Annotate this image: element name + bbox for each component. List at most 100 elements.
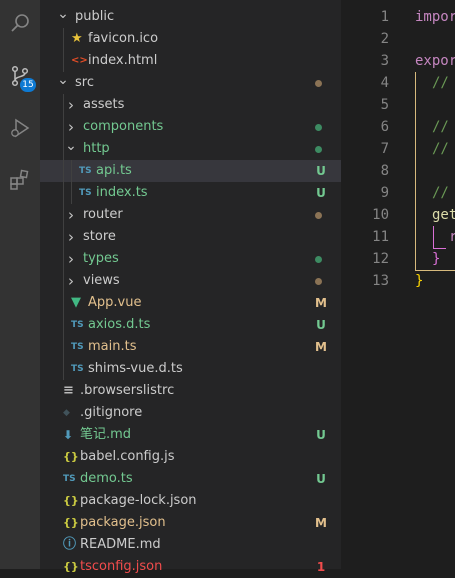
indent-guide xyxy=(63,160,64,182)
search-icon[interactable] xyxy=(4,8,36,40)
folder-store[interactable]: › store xyxy=(40,226,341,248)
tree-item-label: shims-vue.d.ts xyxy=(88,361,183,376)
file-package-json[interactable]: {} package.json M xyxy=(40,512,341,534)
file-demo-ts[interactable]: TS demo.ts U xyxy=(40,468,341,490)
tree-item-label: 笔记.md xyxy=(80,427,132,442)
indent-guide xyxy=(63,204,64,226)
file-babel-config-js[interactable]: {} babel.config.js xyxy=(40,446,341,468)
tree-item-label: .browserslistrc xyxy=(80,383,175,398)
git-status-badge: M xyxy=(315,340,327,354)
indent-guide xyxy=(63,358,64,380)
chevron-right-icon[interactable]: › xyxy=(65,226,77,248)
html-file-icon: <> xyxy=(71,55,88,66)
folder-router[interactable]: › router xyxy=(40,204,341,226)
code-line: r xyxy=(449,229,455,245)
git-status-badge: U xyxy=(316,164,326,178)
explorer-tree: ⌄ public ★ favicon.ico <> index.html ⌄ src › asse… xyxy=(40,0,341,574)
file-main-ts[interactable]: TS main.ts M xyxy=(40,336,341,358)
tree-item-label: .gitignore xyxy=(80,405,143,420)
ts-file-icon: TS xyxy=(71,342,84,352)
line-number: 7 xyxy=(380,141,389,157)
ts-file-icon: TS xyxy=(63,474,76,484)
chevron-right-icon[interactable]: › xyxy=(65,248,77,270)
git-status-dot xyxy=(315,278,322,285)
file-tsconfig-json[interactable]: {} tsconfig.json 1 xyxy=(40,556,341,578)
source-control-icon[interactable]: 15 xyxy=(4,60,36,92)
file-gitignore[interactable]: ◆ .gitignore xyxy=(40,402,341,424)
git-file-icon: ◆ xyxy=(63,408,70,418)
star-file-icon: ★ xyxy=(71,31,83,46)
folder-assets[interactable]: › assets xyxy=(40,94,341,116)
tree-item-label: App.vue xyxy=(88,295,142,310)
tree-item-label: favicon.ico xyxy=(88,31,159,46)
code-line: // xyxy=(432,119,449,135)
indent-guide xyxy=(63,138,64,160)
chevron-right-icon[interactable]: › xyxy=(65,116,77,138)
tree-item-label: store xyxy=(83,229,116,244)
file-index-html[interactable]: <> index.html xyxy=(40,50,341,72)
tree-item-label: babel.config.js xyxy=(80,449,175,464)
file-package-lock-json[interactable]: {} package-lock.json xyxy=(40,490,341,512)
tree-item-label: views xyxy=(83,273,120,288)
lines-file-icon: ≡ xyxy=(63,383,74,398)
tree-item-label: index.ts xyxy=(96,185,148,200)
tree-item-label: http xyxy=(83,141,110,156)
indent-guide xyxy=(71,160,72,182)
indent-guide xyxy=(63,270,64,292)
indent-guide xyxy=(63,226,64,248)
line-number: 13 xyxy=(372,273,389,289)
git-status-dot xyxy=(315,256,322,263)
file-favicon-ico[interactable]: ★ favicon.ico xyxy=(40,28,341,50)
code-line: get xyxy=(432,207,455,223)
file-app-vue[interactable]: ▼ App.vue M xyxy=(40,292,341,314)
chevron-right-icon[interactable]: › xyxy=(65,270,77,292)
tree-item-label: types xyxy=(83,251,119,266)
indent-guide xyxy=(63,182,64,204)
line-number: 1 xyxy=(380,9,389,25)
chevron-down-icon[interactable]: ⌄ xyxy=(57,6,69,28)
folder-types[interactable]: › types xyxy=(40,248,341,270)
file-index-ts[interactable]: TS index.ts U xyxy=(40,182,341,204)
code-line: // xyxy=(432,141,449,157)
folder-views[interactable]: › views xyxy=(40,270,341,292)
line-number: 8 xyxy=(380,163,389,179)
tree-item-label: assets xyxy=(83,97,125,112)
git-status-badge: 1 xyxy=(316,560,326,574)
json-file-icon: {} xyxy=(63,516,79,529)
file-api-ts[interactable]: TS api.ts U xyxy=(40,160,341,182)
run-debug-icon[interactable] xyxy=(4,112,36,144)
indent-guide xyxy=(63,336,64,358)
indent-guide xyxy=(63,94,64,116)
ts-file-icon: TS xyxy=(71,364,84,374)
tree-item-label: api.ts xyxy=(96,163,132,178)
code-editor[interactable]: 1 2 3 4 5 6 7 8 9 10 11 12 13 impor expor////////get r}… xyxy=(341,0,455,569)
chevron-down-icon[interactable]: ⌄ xyxy=(57,72,69,94)
git-status-dot xyxy=(315,146,322,153)
chevron-right-icon[interactable]: › xyxy=(65,94,77,116)
file-browserslistrc[interactable]: ≡ .browserslistrc xyxy=(40,380,341,402)
line-number: 10 xyxy=(372,207,389,223)
line-number: 2 xyxy=(380,31,389,47)
folder-components[interactable]: › components xyxy=(40,116,341,138)
indent-guide xyxy=(63,292,64,314)
file-md[interactable]: ⬇ 笔记.md U xyxy=(40,424,341,446)
json-file-icon: {} xyxy=(63,560,79,573)
activity-bar: 15 xyxy=(0,0,40,569)
git-status-dot xyxy=(315,212,322,219)
git-status-badge: M xyxy=(315,516,327,530)
git-status-badge: U xyxy=(316,186,326,200)
git-status-dot xyxy=(315,124,322,131)
extensions-icon[interactable] xyxy=(4,164,36,196)
chevron-right-icon[interactable]: › xyxy=(65,204,77,226)
chevron-down-icon[interactable]: ⌄ xyxy=(65,138,77,160)
file-axios-d-ts[interactable]: TS axios.d.ts U xyxy=(40,314,341,336)
file-readme-md[interactable]: ⓘ README.md xyxy=(40,534,341,556)
indent-guide xyxy=(63,50,64,72)
folder-http[interactable]: ⌄ http xyxy=(40,138,341,160)
file-shims-vue-d-ts[interactable]: TS shims-vue.d.ts xyxy=(40,358,341,380)
indent-guide xyxy=(63,28,64,50)
folder-src[interactable]: ⌄ src xyxy=(40,72,341,94)
ts-file-icon: TS xyxy=(71,320,84,330)
folder-public[interactable]: ⌄ public xyxy=(40,6,341,28)
bracket-guide-inner xyxy=(433,226,446,249)
